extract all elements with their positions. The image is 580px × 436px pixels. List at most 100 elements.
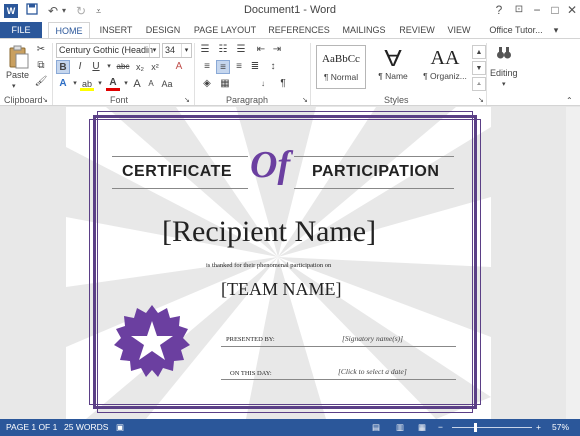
help-button[interactable]: ? [490,2,508,18]
italic-button[interactable]: I [73,60,87,74]
signatory-field[interactable]: [Signatory name(s)] [342,334,403,343]
zoom-in-icon[interactable]: + [536,422,541,432]
zoom-slider-thumb[interactable] [473,423,477,432]
styles-group-label: Styles [384,95,409,105]
tab-insert[interactable]: INSERT [96,22,136,39]
style-normal[interactable]: AaBbCc ¶ Normal [316,45,366,89]
bullets-icon[interactable]: ☰ [198,43,212,57]
web-layout-icon[interactable]: ▦ [418,422,426,433]
line-spacing-icon[interactable]: ↕ [266,60,280,74]
account-avatar-icon[interactable]: ▾ [550,22,562,39]
tab-page-layout[interactable]: PAGE LAYOUT [190,22,260,39]
clipboard-group-label: Clipboard [4,95,43,105]
paragraph-launcher-icon[interactable]: ↘ [302,96,308,104]
certificate-heading-left: CERTIFICATE [122,163,233,180]
font-launcher-icon[interactable]: ↘ [184,96,190,104]
zoom-level[interactable]: 57% [552,422,569,432]
heading-rule [112,156,248,157]
clipboard-launcher-icon[interactable]: ↘ [42,96,48,104]
highlight-button[interactable]: ab [80,77,94,91]
align-right-icon[interactable]: ≡ [232,60,246,74]
decrease-indent-icon[interactable]: ⇤ [254,43,268,57]
group-divider [486,43,487,105]
increase-indent-icon[interactable]: ⇥ [270,43,284,57]
styles-launcher-icon[interactable]: ↘ [478,96,484,104]
cut-icon[interactable]: ✂ [34,43,48,57]
shrink-font-button[interactable]: A [144,77,158,91]
editing-button[interactable]: Editing [490,68,518,78]
date-picker-field[interactable]: [Click to select a date] [338,367,407,376]
borders-icon[interactable]: ▦ [218,77,232,91]
status-bar: PAGE 1 OF 1 25 WORDS ▣ ▤ ▥ ▦ − + 57% [0,419,580,436]
tab-design[interactable]: DESIGN [142,22,184,39]
read-mode-icon[interactable]: ▤ [372,422,380,433]
underline-button[interactable]: U [89,60,103,74]
tab-review[interactable]: REVIEW [396,22,438,39]
heading-rule [112,188,248,189]
minimize-button[interactable]: − [528,2,546,18]
print-layout-icon[interactable]: ▥ [396,422,404,433]
zoom-slider[interactable] [452,427,532,428]
tab-file[interactable]: FILE [0,22,42,39]
certificate-heading-of: Of [250,144,291,186]
tab-mailings[interactable]: MAILINGS [338,22,390,39]
style-name[interactable]: A ¶ Name [368,45,418,89]
presented-by-label: PRESENTED BY: [226,336,275,343]
group-divider [52,43,53,105]
numbering-icon[interactable]: ☷ [216,43,230,57]
tab-references[interactable]: REFERENCES [268,22,330,39]
sort-icon[interactable]: ↓ [256,77,270,91]
zoom-out-icon[interactable]: − [438,422,443,432]
shading-icon[interactable]: ◈ [200,77,214,91]
subscript-button[interactable]: x₂ [133,60,147,74]
align-center-icon[interactable]: ≡ [216,60,230,74]
binoculars-icon[interactable] [496,45,512,61]
close-button[interactable]: ✕ [563,2,580,18]
team-name-field[interactable]: [TEAM NAME] [221,279,341,300]
collapse-ribbon-icon[interactable]: ⌃ [566,96,573,105]
group-divider [310,43,311,105]
date-line [221,379,456,380]
document-page[interactable]: CERTIFICATE Of PARTICIPATION [Recipient … [66,107,491,419]
ribbon-display-options-icon[interactable]: ⊡ [510,2,528,18]
account-name[interactable]: Office Tutor... [484,22,548,39]
style-organization[interactable]: AA ¶ Organiz... [420,45,470,89]
align-left-icon[interactable]: ≡ [200,60,214,74]
styles-more-icon[interactable]: ⩡ [472,77,486,91]
grow-font-button[interactable]: A [130,77,144,91]
vertical-scrollbar[interactable] [566,107,580,419]
format-painter-icon[interactable]: 🖌 [34,75,48,89]
on-this-day-label: ON THIS DAY: [230,370,272,377]
clear-formatting-button[interactable]: A [172,60,186,74]
styles-scroll-up-icon[interactable]: ▲ [472,45,486,59]
multilevel-list-icon[interactable]: ☰ [234,43,248,57]
paste-dropdown-icon[interactable]: ▾ [12,82,16,90]
strikethrough-button[interactable]: abc [114,60,132,74]
font-name-combo[interactable]: Century Gothic (Headin ▾ [56,43,160,58]
paragraph-group-label: Paragraph [226,95,269,105]
styles-scroll-down-icon[interactable]: ▼ [472,61,486,75]
font-color-button[interactable]: A [106,77,120,91]
paste-icon[interactable] [8,45,30,69]
change-case-button[interactable]: Aa [160,77,174,91]
copy-icon[interactable]: ⧉ [34,59,48,73]
superscript-button[interactable]: x² [148,60,162,74]
signature-line [221,346,456,347]
tab-home[interactable]: HOME [48,22,90,39]
paste-button[interactable]: Paste [6,70,29,80]
tab-view[interactable]: VIEW [444,22,474,39]
page-count[interactable]: PAGE 1 OF 1 [6,422,57,432]
editing-dropdown-icon[interactable]: ▾ [502,80,506,88]
proofing-icon[interactable]: ▣ [116,422,124,433]
word-count[interactable]: 25 WORDS [64,422,108,432]
maximize-button[interactable]: □ [546,2,564,18]
bold-button[interactable]: B [56,60,70,74]
recipient-name-field[interactable]: [Recipient Name] [162,215,376,249]
font-size-combo[interactable]: 34 ▾ [162,43,192,58]
highlight-dropdown-icon[interactable]: ▾ [93,77,107,91]
seal-badge-icon [114,305,190,377]
group-divider [194,43,195,105]
thanked-text: is thanked for their phenomenal particip… [206,262,332,269]
show-hide-button[interactable]: ¶ [276,77,290,91]
justify-icon[interactable]: ≣ [248,60,262,74]
